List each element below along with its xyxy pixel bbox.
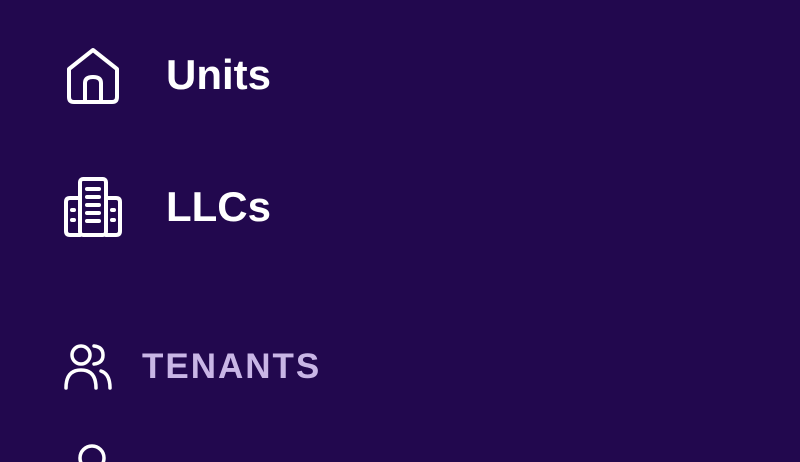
sidebar-item-llcs[interactable]: LLCs (62, 176, 271, 238)
partial-icon (70, 438, 114, 462)
sidebar-item-units[interactable]: Units (62, 44, 271, 106)
sidebar-item-label: Units (166, 51, 271, 98)
section-header-tenants[interactable]: TENANTS (62, 340, 321, 392)
sidebar-nav: Units LLCs TENANTS (0, 0, 800, 462)
section-label: TENANTS (142, 346, 322, 386)
building-icon (62, 176, 124, 238)
sidebar-item-label: LLCs (166, 183, 271, 230)
home-icon (62, 44, 124, 106)
users-icon (62, 340, 114, 392)
